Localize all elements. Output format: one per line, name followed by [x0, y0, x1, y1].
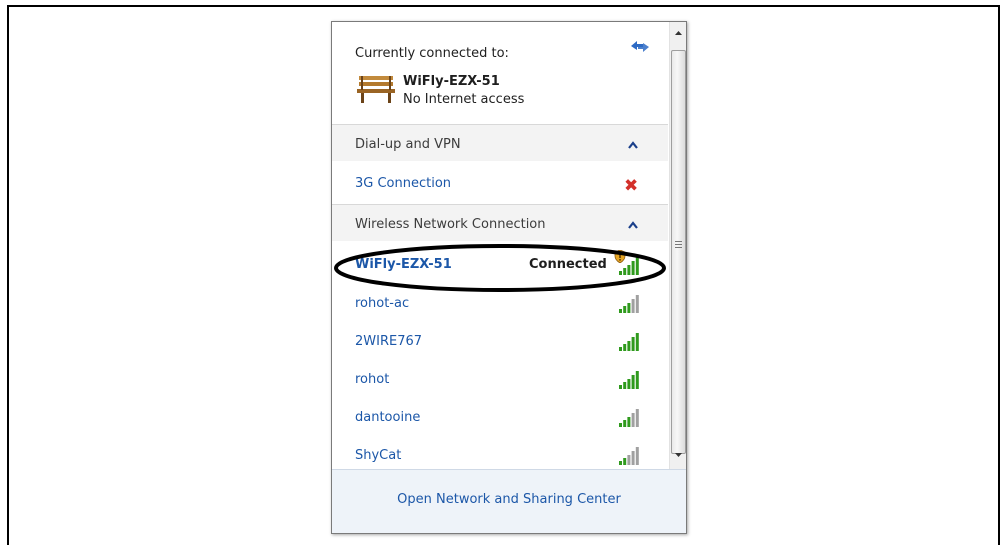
network-name: rohot: [355, 372, 390, 387]
signal-bar: [635, 333, 639, 351]
network-name: rohot-ac: [355, 296, 410, 311]
signal-strength-icon: [619, 371, 639, 389]
signal-bar: [627, 455, 631, 465]
signal-bar: [627, 341, 631, 351]
connected-network-name: WiFly-EZX-51: [403, 74, 500, 89]
flyout-content: Currently connected to: WiFly-EZX-51 No …: [332, 22, 668, 469]
signal-bar: [619, 309, 622, 313]
signal-bar: [619, 347, 622, 351]
open-network-sharing-center-link[interactable]: Open Network and Sharing Center: [332, 492, 686, 507]
currently-connected-heading: Currently connected to:: [355, 46, 509, 61]
signal-bar: [619, 423, 622, 427]
signal-bar: [627, 303, 631, 313]
signal-bar: [623, 420, 627, 427]
signal-bar: [631, 337, 635, 351]
connection-status: No Internet access: [403, 92, 525, 107]
wifi-network-shycat[interactable]: ShyCat: [332, 436, 668, 469]
signal-bar: [635, 371, 639, 389]
signal-bar: [635, 409, 639, 427]
network-name: 2WIRE767: [355, 334, 423, 349]
scroll-down-arrow-icon[interactable]: [671, 446, 686, 464]
connection-name: 3G Connection: [355, 176, 452, 191]
signal-strength-icon: [619, 447, 639, 465]
wifi-network-rohot[interactable]: rohot: [332, 360, 668, 398]
vertical-scrollbar[interactable]: [669, 22, 686, 469]
flyout-footer: Open Network and Sharing Center: [332, 469, 686, 533]
signal-bar: [631, 299, 635, 313]
chevron-up-icon[interactable]: [628, 141, 638, 149]
network-name: ShyCat: [355, 448, 402, 463]
group-header-label: Dial-up and VPN: [355, 137, 461, 152]
scroll-grip-icon: [675, 241, 682, 248]
network-name: dantooine: [355, 410, 421, 425]
chevron-up-icon[interactable]: [628, 221, 638, 229]
refresh-icon[interactable]: [629, 38, 651, 54]
signal-strength-icon: [619, 409, 639, 427]
signal-bar: [627, 417, 631, 427]
list-item-3g-connection[interactable]: 3G Connection: [332, 165, 668, 203]
signal-bar: [619, 461, 622, 465]
signal-bar: [627, 379, 631, 389]
scrollbar-thumb[interactable]: [671, 50, 686, 454]
signal-bar: [623, 344, 627, 351]
group-header-wireless[interactable]: Wireless Network Connection: [332, 205, 668, 241]
signal-bar: [623, 382, 627, 389]
scroll-up-arrow-icon[interactable]: [671, 24, 686, 42]
network-flyout: Currently connected to: WiFly-EZX-51 No …: [331, 21, 687, 534]
signal-bar: [635, 295, 639, 313]
signal-strength-icon: [619, 333, 639, 351]
signal-bar: [635, 447, 639, 465]
group-header-dialup[interactable]: Dial-up and VPN: [332, 125, 668, 161]
wifi-network-dantooine[interactable]: dantooine: [332, 398, 668, 436]
signal-bar: [631, 375, 635, 389]
bench-network-icon: [357, 76, 395, 103]
signal-strength-icon: [619, 295, 639, 313]
signal-bar: [631, 413, 635, 427]
signal-bar: [619, 385, 622, 389]
highlight-ellipse: [334, 244, 666, 292]
group-header-label: Wireless Network Connection: [355, 217, 546, 232]
signal-bar: [623, 458, 627, 465]
disconnected-x-icon: ✖: [624, 176, 639, 196]
signal-bar: [631, 451, 635, 465]
wifi-network-2wire767[interactable]: 2WIRE767: [332, 322, 668, 360]
signal-bar: [623, 306, 627, 313]
